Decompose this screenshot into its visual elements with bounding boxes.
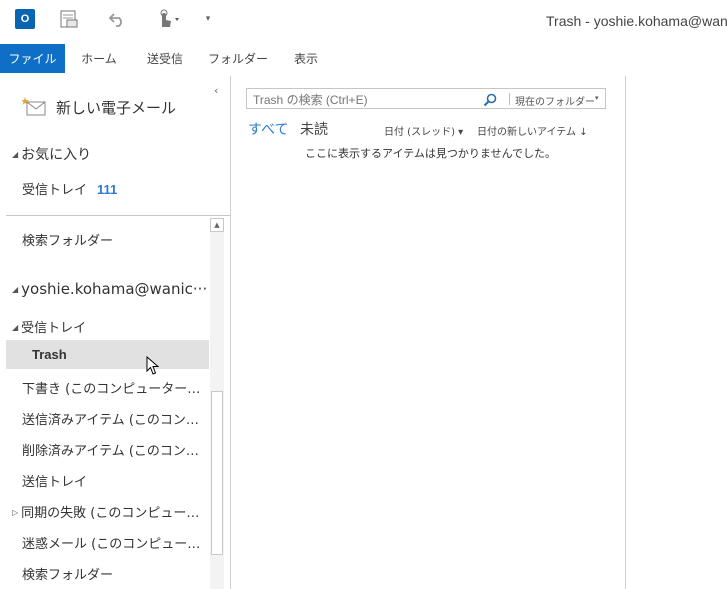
outlook-icon-letter: O (15, 9, 35, 29)
ribbon-tabs: ファイル ホーム 送受信 フォルダー 表示 (0, 44, 728, 74)
account-header[interactable]: ◢ yoshie.kohama@wanic··· (12, 280, 206, 298)
window-title: Trash - yoshie.kohama@wanich (546, 13, 728, 29)
trash-label: Trash (32, 347, 67, 362)
folder-pane: ‹ 新しい電子メール ◢ お気に入り 受信トレイ 111 検索フォルダー ◢ yosh… (0, 76, 230, 589)
pane-divider[interactable] (230, 76, 231, 589)
filter-unread[interactable]: 未読 (300, 119, 328, 139)
sort-order-label: 日付の新しいアイテム (477, 127, 576, 138)
account-label: yoshie.kohama@wanic··· (21, 280, 206, 298)
tab-folder[interactable]: フォルダー (206, 44, 270, 73)
sidebar-item-search-folder[interactable]: 検索フォルダー (22, 230, 206, 249)
sort-arrow-icon: ↓ (579, 127, 588, 138)
search-placeholder: Trash の検索 (Ctrl+E) (253, 93, 368, 107)
arrange-by-label: 日付 (スレッド) (384, 127, 455, 138)
sidebar-item-drafts[interactable]: 下書き (このコンピューターのみ) (22, 378, 206, 397)
tab-file[interactable]: ファイル (0, 44, 65, 73)
sidebar-item-deleted[interactable]: 削除済みアイテム (このコンピュ··· (22, 440, 206, 459)
scroll-up-icon[interactable]: ▲ (210, 218, 224, 232)
arrange-by-dropdown[interactable]: 日付 (スレッド) ▾ (384, 123, 463, 138)
sidebar-item-trash[interactable]: Trash (6, 340, 209, 369)
tab-view[interactable]: 表示 (282, 44, 330, 73)
favorites-label: お気に入り (21, 147, 92, 163)
expand-triangle-icon: ◢ (12, 323, 19, 332)
customize-toolbar-icon[interactable]: ▾ (202, 8, 214, 30)
scroll-thumb[interactable] (211, 391, 223, 555)
unread-count-badge: 111 (97, 182, 118, 197)
undo-icon[interactable] (106, 8, 128, 30)
sidebar-item-sent[interactable]: 送信済みアイテム (このコンピュ··· (22, 409, 206, 428)
search-scope-dropdown[interactable]: 現在のフォルダー (515, 93, 595, 108)
sort-order-button[interactable]: 日付の新しいアイテム ↓ (477, 123, 588, 138)
new-email-button[interactable]: 新しい電子メール (21, 96, 177, 118)
favorites-inbox[interactable]: 受信トレイ 111 (22, 179, 117, 198)
expand-triangle-icon: ◢ (12, 150, 19, 159)
collapse-pane-icon[interactable]: ‹ (214, 84, 218, 97)
favorites-header[interactable]: ◢ お気に入り (12, 144, 91, 164)
title-bar: O ▾ Trash - yoshie.kohama@wanich (0, 0, 728, 42)
reading-pane-divider[interactable] (625, 76, 626, 589)
expand-triangle-icon: ◢ (12, 285, 19, 294)
chevron-down-icon[interactable]: ▾ (595, 94, 599, 102)
favorites-divider (6, 215, 230, 216)
filter-all[interactable]: すべて (248, 119, 288, 139)
new-email-icon (21, 96, 48, 118)
sidebar-item-search-folder-2[interactable]: 検索フォルダー (22, 564, 206, 583)
collapsed-triangle-icon: ▷ (12, 508, 19, 517)
inbox-label: 受信トレイ (21, 321, 87, 336)
sidebar-item-inbox[interactable]: ◢ 受信トレイ (12, 317, 86, 336)
sidebar-item-junk[interactable]: 迷惑メール (このコンピューターの··· (22, 533, 206, 552)
folder-pane-scrollbar[interactable]: ▲ (210, 218, 224, 589)
outlook-icon[interactable]: O (14, 8, 36, 30)
favorites-inbox-label: 受信トレイ (22, 183, 88, 198)
sync-failures-label: 同期の失敗 (このコンピューター··· (21, 506, 206, 521)
search-scope-divider (509, 93, 510, 105)
search-input[interactable]: Trash の検索 (Ctrl+E) 現在のフォルダー ▾ (246, 88, 606, 109)
mouse-cursor-icon (146, 355, 160, 380)
new-email-label: 新しい電子メール (56, 98, 177, 117)
sidebar-item-outbox[interactable]: 送信トレイ (22, 471, 206, 490)
empty-list-message: ここに表示するアイテムは見つかりませんでした。 (305, 147, 557, 160)
tab-send-receive[interactable]: 送受信 (138, 44, 192, 73)
tab-home[interactable]: ホーム (72, 44, 126, 73)
search-icon[interactable] (483, 92, 497, 111)
sidebar-item-sync-failures[interactable]: ▷ 同期の失敗 (このコンピューター··· (12, 502, 206, 521)
send-receive-all-icon[interactable] (58, 8, 80, 30)
chevron-down-icon: ▾ (458, 127, 464, 138)
touch-mode-icon[interactable] (152, 8, 184, 30)
